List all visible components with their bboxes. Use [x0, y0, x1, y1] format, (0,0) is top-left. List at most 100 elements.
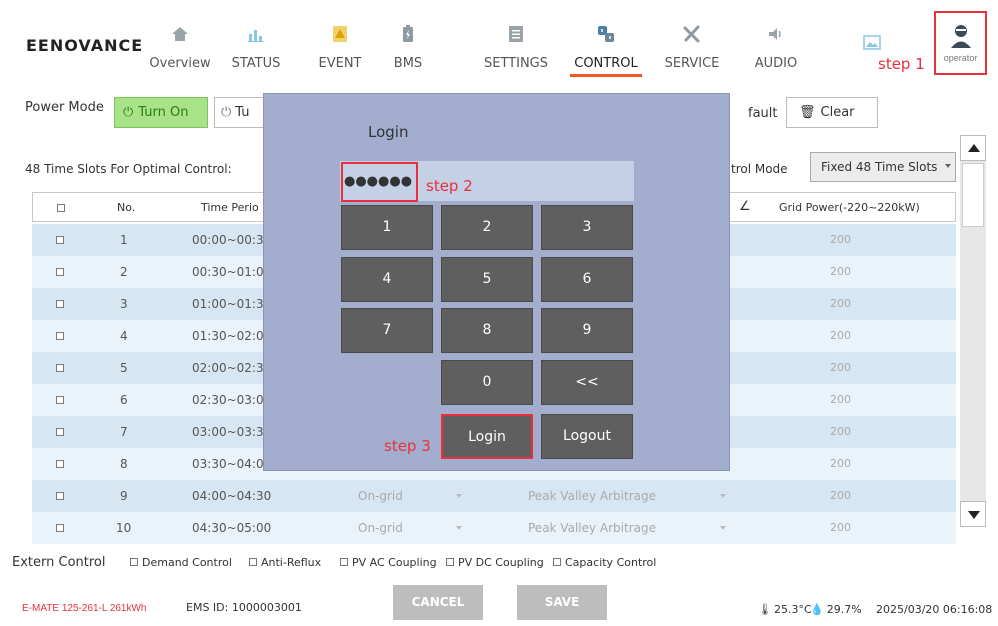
- key-0[interactable]: 0: [441, 360, 533, 405]
- cell-grid-power[interactable]: 200: [830, 233, 851, 246]
- cell-grid-power[interactable]: 200: [830, 457, 851, 470]
- row-checkbox[interactable]: [56, 236, 64, 244]
- row-checkbox[interactable]: [56, 460, 64, 468]
- step2-annotation: step 2: [426, 177, 473, 195]
- nav-settings[interactable]: SETTINGS: [470, 18, 562, 78]
- cell-grid-power[interactable]: 200: [830, 297, 851, 310]
- table-row[interactable]: 9 04:00~04:30 On-grid Peak Valley Arbitr…: [32, 480, 956, 512]
- cell-time: 04:00~04:30: [192, 489, 272, 503]
- fault-label: fault: [748, 106, 778, 121]
- login-title: Login: [368, 123, 409, 141]
- cell-grid-power[interactable]: 200: [830, 521, 851, 534]
- key-9[interactable]: 9: [541, 308, 633, 353]
- speaker-icon: [769, 28, 781, 40]
- chevron-down-icon: [945, 164, 951, 168]
- humidity-readout: 💧 29.7%: [810, 603, 862, 616]
- capacity-control-checkbox[interactable]: Capacity Control: [553, 556, 656, 569]
- table-row[interactable]: 10 04:30~05:00 On-grid Peak Valley Arbit…: [32, 512, 956, 544]
- cell-mode-select[interactable]: On-grid: [358, 521, 403, 535]
- cell-time: 02:30~03:0: [192, 393, 264, 407]
- cell-no: 8: [120, 457, 128, 471]
- control-icon: [598, 26, 614, 42]
- nav-service[interactable]: SERVICE: [646, 18, 738, 78]
- control-mode-select[interactable]: Fixed 48 Time Slots: [810, 152, 956, 182]
- cell-strategy-select[interactable]: Peak Valley Arbitrage: [528, 521, 656, 535]
- logout-button[interactable]: Logout: [541, 414, 633, 459]
- cell-time: 03:30~04:0: [192, 457, 264, 471]
- droplet-icon: 💧: [810, 603, 824, 616]
- control-mode-value: Fixed 48 Time Slots: [821, 160, 938, 174]
- row-checkbox[interactable]: [56, 332, 64, 340]
- extern-control-label: Extern Control: [12, 555, 106, 570]
- row-checkbox[interactable]: [56, 492, 64, 500]
- row-checkbox[interactable]: [56, 268, 64, 276]
- cell-no: 9: [120, 489, 128, 503]
- cell-mode-select[interactable]: On-grid: [358, 489, 403, 503]
- row-checkbox[interactable]: [56, 364, 64, 372]
- ems-id: EMS ID: 1000003001: [186, 601, 302, 614]
- control-mode-label: trol Mode: [731, 162, 788, 176]
- chevron-down-icon: [456, 526, 462, 530]
- key-5[interactable]: 5: [441, 257, 533, 302]
- column-header-time: Time Perio: [201, 201, 259, 214]
- cell-grid-power[interactable]: 200: [830, 425, 851, 438]
- row-checkbox[interactable]: [56, 428, 64, 436]
- key-6[interactable]: 6: [541, 257, 633, 302]
- cell-no: 3: [120, 297, 128, 311]
- home-icon: [172, 27, 188, 41]
- cell-time: 00:00~00:3: [192, 233, 264, 247]
- edit-icon[interactable]: ∠: [739, 199, 751, 214]
- nav-bms[interactable]: BMS: [362, 18, 454, 78]
- scroll-down-button[interactable]: [960, 501, 986, 527]
- operator-button[interactable]: operator: [934, 11, 987, 75]
- thermometer-icon: 🌡: [758, 603, 772, 616]
- checkbox-icon: [553, 558, 561, 566]
- cell-grid-power[interactable]: 200: [830, 265, 851, 278]
- demand-control-checkbox[interactable]: Demand Control: [130, 556, 232, 569]
- cell-grid-power[interactable]: 200: [830, 361, 851, 374]
- cancel-button[interactable]: CANCEL: [393, 585, 483, 620]
- cell-grid-power[interactable]: 200: [830, 393, 851, 406]
- key-4[interactable]: 4: [341, 257, 433, 302]
- time-slots-label: 48 Time Slots For Optimal Control:: [25, 162, 232, 176]
- nav-label: BMS: [393, 56, 423, 71]
- table-scrollbar[interactable]: [960, 135, 986, 527]
- save-button[interactable]: SAVE: [517, 585, 607, 620]
- scroll-up-button[interactable]: [960, 135, 986, 161]
- temperature-value: 25.3°C: [773, 603, 812, 616]
- image-icon: [863, 35, 881, 50]
- login-button[interactable]: Login: [441, 414, 533, 459]
- clear-icon: 🗑: [799, 105, 816, 120]
- nav-label: SETTINGS: [483, 56, 548, 71]
- turn-off-label: Tu: [235, 105, 250, 120]
- row-checkbox[interactable]: [56, 396, 64, 404]
- select-all-checkbox[interactable]: [57, 204, 65, 212]
- nav-label: CONTROL: [560, 56, 652, 77]
- row-checkbox[interactable]: [56, 300, 64, 308]
- turn-on-button[interactable]: ⏻ Turn On: [114, 97, 208, 128]
- nav-status[interactable]: STATUS: [210, 18, 302, 78]
- pv-ac-coupling-checkbox[interactable]: PV AC Coupling: [340, 556, 437, 569]
- key-1[interactable]: 1: [341, 205, 433, 250]
- option-label: Demand Control: [142, 556, 232, 569]
- user-avatar-icon: [950, 25, 971, 48]
- cell-grid-power[interactable]: 200: [830, 329, 851, 342]
- cell-strategy-select[interactable]: Peak Valley Arbitrage: [528, 489, 656, 503]
- nav-audio[interactable]: AUDIO: [730, 18, 822, 78]
- key-3[interactable]: 3: [541, 205, 633, 250]
- pv-dc-coupling-checkbox[interactable]: PV DC Coupling: [446, 556, 544, 569]
- anti-reflux-checkbox[interactable]: Anti-Reflux: [249, 556, 321, 569]
- cell-no: 4: [120, 329, 128, 343]
- key-8[interactable]: 8: [441, 308, 533, 353]
- cell-no: 10: [116, 521, 132, 535]
- key-7[interactable]: 7: [341, 308, 433, 353]
- cell-no: 7: [120, 425, 128, 439]
- nav-control[interactable]: CONTROL: [560, 18, 652, 78]
- cell-grid-power[interactable]: 200: [830, 489, 851, 502]
- key-2[interactable]: 2: [441, 205, 533, 250]
- option-label: Anti-Reflux: [261, 556, 322, 569]
- clear-button[interactable]: 🗑 Clear: [786, 97, 878, 128]
- row-checkbox[interactable]: [56, 524, 64, 532]
- scroll-thumb[interactable]: [962, 163, 984, 227]
- backspace-key[interactable]: <<: [541, 360, 633, 405]
